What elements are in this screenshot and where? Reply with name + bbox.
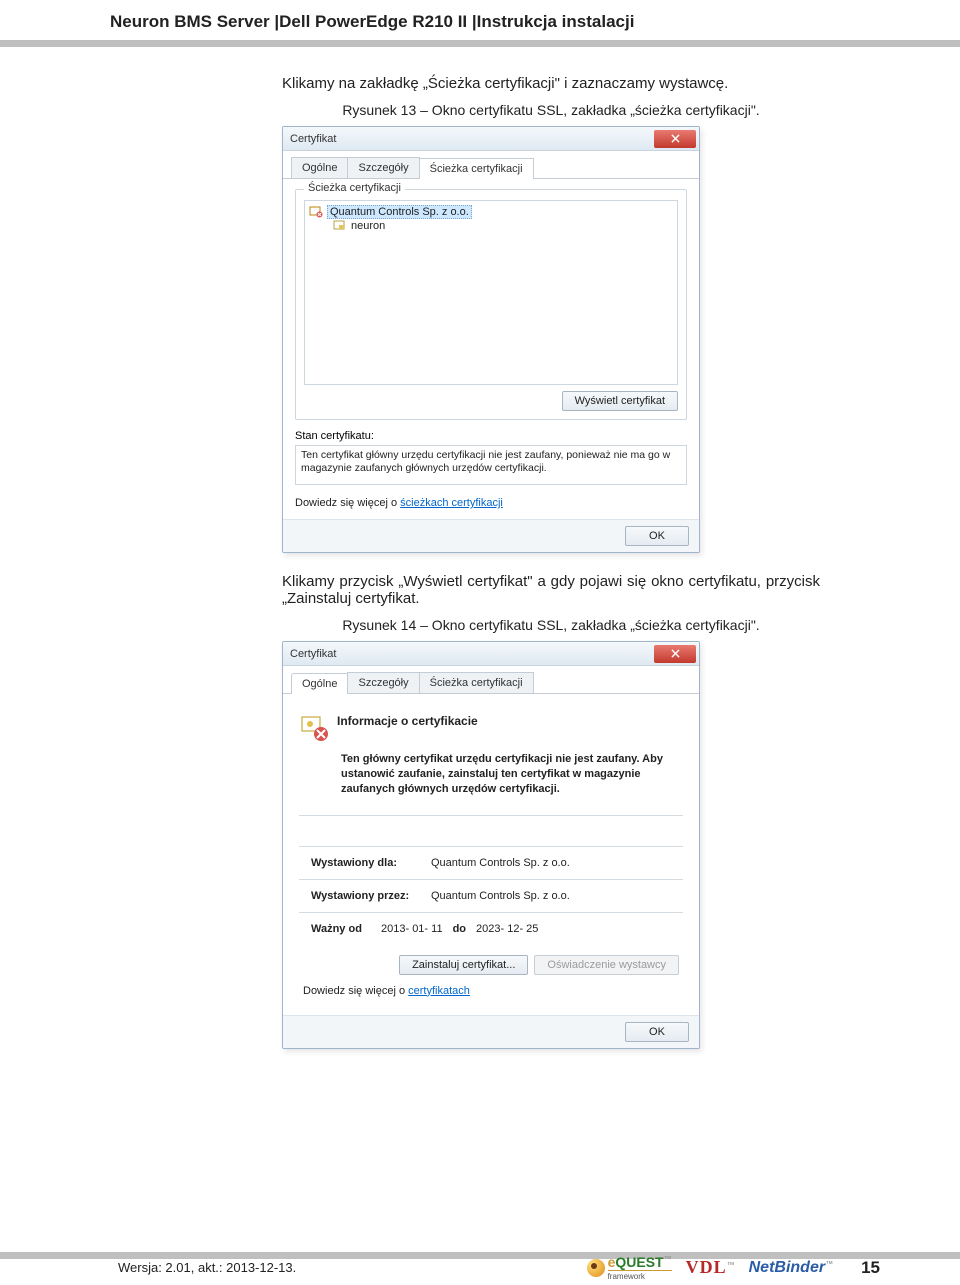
logo-group: eQUEST™ framework VDL™ NetBinder™ xyxy=(587,1254,834,1281)
tree-child-label: neuron xyxy=(351,220,385,232)
cert-warning-message: Ten główny certyfikat urzędu certyfikacj… xyxy=(295,752,687,815)
version-text: Wersja: 2.01, akt.: 2013-12-13. xyxy=(118,1260,296,1275)
group-cert-path-label: Ścieżka certyfikacji xyxy=(304,182,405,194)
issued-by-row: Wystawiony przez: Quantum Controls Sp. z… xyxy=(295,880,687,912)
learn-more-link[interactable]: ścieżkach certyfikacji xyxy=(400,497,503,509)
figure-13-caption: Rysunek 13 – Okno certyfikatu SSL, zakła… xyxy=(282,102,820,118)
valid-to-label: do xyxy=(453,923,466,935)
status-label: Stan certyfikatu: xyxy=(295,430,687,442)
issued-to-value: Quantum Controls Sp. z o.o. xyxy=(431,857,570,869)
valid-from-label: Ważny od xyxy=(311,923,371,935)
tab-cert-path[interactable]: Ścieżka certyfikacji xyxy=(419,158,534,179)
issued-by-label: Wystawiony przez: xyxy=(311,890,421,902)
cert-info-header: Informacje o certyfikacie xyxy=(295,708,687,752)
cert-info-title: Informacje o certyfikacie xyxy=(337,714,478,728)
netbinder-logo: NetBinder™ xyxy=(749,1259,833,1277)
paragraph-mid: Klikamy przycisk „Wyświetl certyfikat" a… xyxy=(282,573,820,607)
window-title: Certyfikat xyxy=(290,648,336,660)
tab-cert-path[interactable]: Ścieżka certyfikacji xyxy=(419,672,534,693)
close-button[interactable] xyxy=(654,645,696,663)
tab-row: Ogólne Szczegóły Ścieżka certyfikacji xyxy=(283,666,699,694)
vdl-logo: VDL™ xyxy=(686,1257,735,1278)
issuer-statement-button: Oświadczenie wystawcy xyxy=(534,955,679,975)
tab-details[interactable]: Szczegóły xyxy=(347,672,419,693)
issued-to-label: Wystawiony dla: xyxy=(311,857,421,869)
tree-root-label: Quantum Controls Sp. z o.o. xyxy=(327,205,472,219)
titlebar: Certyfikat xyxy=(283,127,699,151)
issued-by-value: Quantum Controls Sp. z o.o. xyxy=(431,890,570,902)
certificate-dialog-path: Certyfikat Ogólne Szczegóły Ścieżka cert… xyxy=(282,126,700,553)
cert-warning-icon xyxy=(299,714,327,742)
ok-button[interactable]: OK xyxy=(625,1022,689,1042)
learn-more-link[interactable]: certyfikatach xyxy=(408,985,470,997)
tab-general[interactable]: Ogólne xyxy=(291,673,348,694)
status-box: Ten certyfikat główny urzędu certyfikacj… xyxy=(295,445,687,485)
page-number: 15 xyxy=(861,1258,880,1278)
close-icon xyxy=(671,134,680,143)
page-header: Neuron BMS Server |Dell PowerEdge R210 I… xyxy=(0,0,960,36)
valid-from-value: 2013- 01- 11 xyxy=(381,923,443,935)
close-button[interactable] xyxy=(654,130,696,148)
learn-more: Dowiedz się więcej o ścieżkach certyfika… xyxy=(295,497,687,509)
tree-root-item[interactable]: Quantum Controls Sp. z o.o. xyxy=(309,205,673,219)
titlebar: Certyfikat xyxy=(283,642,699,666)
tree-child-item[interactable]: neuron xyxy=(333,219,673,233)
close-icon xyxy=(671,649,680,658)
install-certificate-button[interactable]: Zainstaluj certyfikat... xyxy=(399,955,528,975)
issued-to-row: Wystawiony dla: Quantum Controls Sp. z o… xyxy=(295,847,687,879)
certificate-dialog-general: Certyfikat Ogólne Szczegóły Ścieżka cert… xyxy=(282,641,700,1049)
equest-icon xyxy=(587,1259,605,1277)
learn-more: Dowiedz się więcej o certyfikatach xyxy=(295,985,687,1005)
view-certificate-button[interactable]: Wyświetl certyfikat xyxy=(562,391,678,411)
ok-button[interactable]: OK xyxy=(625,526,689,546)
header-divider xyxy=(0,40,960,47)
validity-row: Ważny od 2013- 01- 11 do 2023- 12- 25 xyxy=(295,913,687,945)
page-footer: Wersja: 2.01, akt.: 2013-12-13. eQUEST™ … xyxy=(0,1254,960,1285)
figure-14-caption: Rysunek 14 – Okno certyfikatu SSL, zakła… xyxy=(282,617,820,633)
equest-logo: eQUEST™ framework xyxy=(587,1254,672,1281)
valid-to-value: 2023- 12- 25 xyxy=(476,923,538,935)
cert-child-icon xyxy=(333,219,347,233)
cert-tree[interactable]: Quantum Controls Sp. z o.o. neuron xyxy=(304,200,678,385)
window-title: Certyfikat xyxy=(290,133,336,145)
paragraph-intro: Klikamy na zakładkę „Ścieżka certyfikacj… xyxy=(282,75,820,92)
tab-details[interactable]: Szczegóły xyxy=(347,157,419,178)
cert-root-icon xyxy=(309,205,323,219)
tab-general[interactable]: Ogólne xyxy=(291,157,348,178)
group-cert-path: Ścieżka certyfikacji Quantum Controls Sp… xyxy=(295,189,687,420)
tab-row: Ogólne Szczegóły Ścieżka certyfikacji xyxy=(283,151,699,179)
